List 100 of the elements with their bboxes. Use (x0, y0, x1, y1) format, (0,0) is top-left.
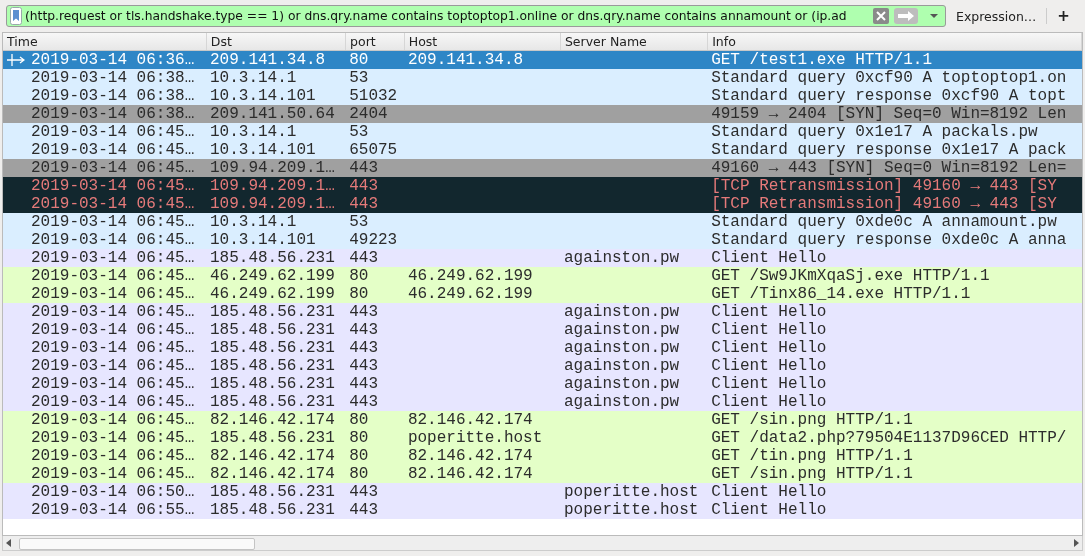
info-cell: Client Hello (711, 357, 827, 375)
packet-row[interactable]: 2019-03-14 06:45… 185.48.56.231 443 againston.pw Client Hello (3, 339, 1082, 357)
info-cell: GET /Tinx86_14.exe HTTP/1.1 (711, 285, 971, 303)
port-cell: 443 (349, 321, 378, 339)
column-header[interactable]: Time (3, 33, 207, 50)
packet-row[interactable]: 2019-03-14 06:45… 10.3.14.1 53 Standard query 0x1e17 A packals.pw (3, 123, 1082, 141)
server-name-cell: againston.pw (564, 249, 680, 267)
time-cell: 2019-03-14 06:45… (31, 195, 195, 213)
horizontal-scrollbar[interactable] (2, 536, 1083, 551)
packet-row[interactable]: 2019-03-14 06:50… 185.48.56.231 443 poperitte.host Client Hello (3, 483, 1082, 501)
host-cell: poperitte.host (407, 429, 543, 447)
dst-cell: 82.146.42.174 (210, 411, 335, 429)
dst-cell: 185.48.56.231 (210, 321, 335, 339)
dst-cell: 10.3.14.101 (210, 141, 316, 159)
column-header[interactable]: Server Name (560, 33, 709, 50)
dst-cell: 46.249.62.199 (210, 267, 335, 285)
info-cell: Client Hello (711, 303, 827, 321)
dst-cell: 185.48.56.231 (210, 339, 335, 357)
dst-cell: 185.48.56.231 (210, 429, 335, 447)
column-header[interactable]: port (346, 33, 405, 50)
clear-icon[interactable] (873, 8, 889, 24)
bookmark-icon[interactable] (10, 7, 22, 25)
port-cell: 2404 (349, 105, 388, 123)
host-cell: 82.146.42.174 (407, 411, 533, 429)
scrollbar-thumb[interactable] (19, 538, 255, 550)
packet-row[interactable]: 2019-03-14 06:45… 185.48.56.231 80 poperitte.host GET /data2.php?79504E1137D96CED HTTP/ (3, 429, 1082, 447)
info-cell: 49160 → 443 [SYN] Seq=0 Win=8192 Len= (711, 159, 1067, 177)
dst-cell: 109.94.209.1… (210, 177, 335, 195)
packet-row[interactable]: 2019-03-14 06:45… 109.94.209.1… 443 49160 → 443 [SYN] Seq=0 Win=8192 Len= (3, 159, 1082, 177)
packet-row[interactable]: 2019-03-14 06:45… 82.146.42.174 80 82.146.42.174 GET /sin.png HTTP/1.1 (3, 465, 1082, 483)
column-header[interactable]: Dst (206, 33, 347, 50)
port-cell: 443 (349, 159, 378, 177)
time-cell: 2019-03-14 06:45… (31, 375, 195, 393)
column-header[interactable]: Info (708, 33, 1082, 50)
time-cell: 2019-03-14 06:45… (31, 285, 195, 303)
dst-cell: 10.3.14.101 (210, 231, 316, 249)
time-cell: 2019-03-14 06:38… (31, 87, 195, 105)
info-cell: GET /Sw9JKmXqaSj.exe HTTP/1.1 (711, 267, 990, 285)
packet-row[interactable]: 2019-03-14 06:45… 109.94.209.1… 443 [TCP Retransmission] 49160 → 443 [SY (3, 195, 1082, 213)
packet-row[interactable]: 2019-03-14 06:45… 46.249.62.199 80 46.249.62.199 GET /Sw9JKmXqaSj.exe HTTP/1.1 (3, 267, 1082, 285)
info-cell: GET /data2.php?79504E1137D96CED HTTP/ (711, 429, 1067, 447)
time-cell: 2019-03-14 06:45… (31, 177, 195, 195)
packet-row[interactable]: 2019-03-14 06:45… 185.48.56.231 443 againston.pw Client Hello (3, 303, 1082, 321)
info-cell: [TCP Retransmission] 49160 → 443 [SY (711, 177, 1057, 195)
dropdown-caret-icon[interactable] (929, 13, 939, 19)
packet-row[interactable]: 2019-03-14 06:45… 109.94.209.1… 443 [TCP Retransmission] 49160 → 443 [SY (3, 177, 1082, 195)
server-name-cell: againston.pw (564, 357, 680, 375)
packet-row[interactable]: 2019-03-14 06:38… 10.3.14.101 51032 Standard query response 0xcf90 A topt (3, 87, 1082, 105)
packet-row[interactable]: 2019-03-14 06:38… 209.141.50.64 2404 49159 → 2404 [SYN] Seq=0 Win=8192 Len (3, 105, 1082, 123)
port-cell: 443 (349, 339, 378, 357)
dst-cell: 185.48.56.231 (210, 483, 335, 501)
host-cell: 209.141.34.8 (407, 51, 524, 69)
info-cell: GET /sin.png HTTP/1.1 (711, 411, 913, 429)
port-cell: 443 (349, 375, 378, 393)
dst-cell: 185.48.56.231 (210, 393, 335, 411)
port-cell: 80 (349, 465, 369, 483)
info-cell: Standard query 0x1e17 A packals.pw (711, 123, 1038, 141)
packet-row[interactable]: 2019-03-14 06:36… 209.141.34.8 80 209.141.34.8 GET /test1.exe HTTP/1.1 (3, 51, 1082, 69)
time-cell: 2019-03-14 06:38… (31, 105, 195, 123)
packet-row[interactable]: 2019-03-14 06:45… 185.48.56.231 443 againston.pw Client Hello (3, 393, 1082, 411)
port-cell: 65075 (349, 141, 398, 159)
server-name-cell: againston.pw (564, 375, 680, 393)
port-cell: 53 (349, 213, 369, 231)
packet-row[interactable]: 2019-03-14 06:45… 82.146.42.174 80 82.146.42.174 GET /tin.png HTTP/1.1 (3, 447, 1082, 465)
packet-row[interactable]: 2019-03-14 06:38… 10.3.14.1 53 Standard query 0xcf90 A toptoptop1.on (3, 69, 1082, 87)
host-cell: 46.249.62.199 (407, 267, 533, 285)
time-cell: 2019-03-14 06:45… (31, 141, 195, 159)
server-name-cell: againston.pw (564, 339, 680, 357)
packet-row[interactable]: 2019-03-14 06:55… 185.48.56.231 443 poperitte.host Client Hello (3, 501, 1082, 519)
time-cell: 2019-03-14 06:45… (31, 213, 195, 231)
expression-button[interactable]: Expression… (950, 6, 1043, 26)
info-cell: GET /tin.png HTTP/1.1 (711, 447, 913, 465)
info-cell: Standard query response 0xcf90 A topt (711, 87, 1067, 105)
port-cell: 49223 (349, 231, 398, 249)
display-filter-field[interactable]: (http.request or tls.handshake.type == 1) or dns.qry.name contains toptoptop1.online or dns.qry.name contains annamount or (ip.ad (6, 5, 946, 27)
port-cell: 443 (349, 249, 378, 267)
time-cell: 2019-03-14 06:45… (31, 321, 195, 339)
time-cell: 2019-03-14 06:45… (31, 465, 195, 483)
packet-row[interactable]: 2019-03-14 06:45… 10.3.14.101 49223 Standard query response 0xde0c A anna (3, 231, 1082, 249)
packet-row[interactable]: 2019-03-14 06:45… 185.48.56.231 443 againston.pw Client Hello (3, 321, 1082, 339)
packet-row[interactable]: 2019-03-14 06:45… 10.3.14.1 53 Standard query 0xde0c A annamount.pw (3, 213, 1082, 231)
packet-row[interactable]: 2019-03-14 06:45… 185.48.56.231 443 againston.pw Client Hello (3, 375, 1082, 393)
time-cell: 2019-03-14 06:45… (31, 159, 195, 177)
server-name-cell: againston.pw (564, 321, 680, 339)
column-header[interactable]: Host (404, 33, 561, 50)
port-cell: 443 (349, 303, 378, 321)
packet-row[interactable]: 2019-03-14 06:45… 46.249.62.199 80 46.249.62.199 GET /Tinx86_14.exe HTTP/1.1 (3, 285, 1082, 303)
packet-row[interactable]: 2019-03-14 06:45… 185.48.56.231 443 againston.pw Client Hello (3, 249, 1082, 267)
info-cell: Client Hello (711, 339, 827, 357)
dst-cell: 82.146.42.174 (210, 447, 335, 465)
info-cell: Standard query response 0xde0c A anna (711, 231, 1067, 249)
port-cell: 443 (349, 501, 378, 519)
packet-row[interactable]: 2019-03-14 06:45… 185.48.56.231 443 againston.pw Client Hello (3, 357, 1082, 375)
info-cell: Client Hello (711, 321, 827, 339)
packet-row[interactable]: 2019-03-14 06:45… 10.3.14.101 65075 Standard query response 0x1e17 A pack (3, 141, 1082, 159)
packet-row[interactable]: 2019-03-14 06:45… 82.146.42.174 80 82.146.42.174 GET /sin.png HTTP/1.1 (3, 411, 1082, 429)
time-cell: 2019-03-14 06:45… (31, 231, 195, 249)
add-filter-button[interactable]: + (1051, 7, 1076, 25)
dst-cell: 109.94.209.1… (210, 195, 335, 213)
dst-cell: 10.3.14.101 (210, 87, 316, 105)
